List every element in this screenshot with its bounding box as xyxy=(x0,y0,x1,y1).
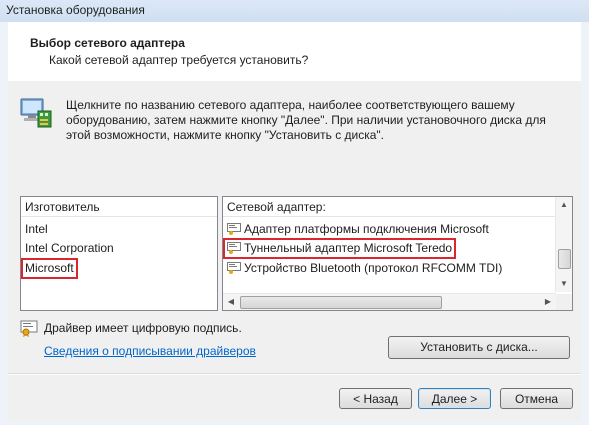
driver-icon xyxy=(227,261,241,274)
adapter-item[interactable]: Адаптер платформы подключения Microsoft xyxy=(227,221,489,238)
network-adapter-icon xyxy=(20,98,52,128)
back-button[interactable]: < Назад xyxy=(339,388,412,409)
scroll-thumb[interactable] xyxy=(240,296,442,309)
window-title: Установка оборудования xyxy=(6,3,145,17)
scroll-right-icon[interactable]: ▶ xyxy=(540,294,556,310)
scroll-left-icon[interactable]: ◀ xyxy=(223,294,239,310)
driver-signing-link[interactable]: Сведения о подписывании драйверов xyxy=(44,344,256,358)
scrollbar-corner xyxy=(556,294,572,310)
adapter-list-horizontal-scrollbar[interactable]: ◀ ▶ xyxy=(223,293,556,310)
scroll-up-icon[interactable]: ▲ xyxy=(556,197,572,213)
scroll-down-icon[interactable]: ▼ xyxy=(556,276,572,292)
scroll-thumb[interactable] xyxy=(558,249,571,269)
manufacturer-list[interactable]: Изготовитель Intel Intel Corporation Mic… xyxy=(20,196,218,311)
page-subtitle: Какой сетевой адаптер требуется установи… xyxy=(49,53,309,67)
adapter-list-vertical-scrollbar[interactable]: ▲ ▼ xyxy=(555,197,572,292)
page-title: Выбор сетевого адаптера xyxy=(30,36,185,50)
cancel-button[interactable]: Отмена xyxy=(500,388,573,409)
have-disk-button[interactable]: Установить с диска... xyxy=(388,336,570,359)
adapter-label: Устройство Bluetooth (протокол RFCOMM TD… xyxy=(244,261,503,275)
wizard-header: Выбор сетевого адаптера Какой сетевой ад… xyxy=(8,22,581,82)
manufacturer-column-header: Изготовитель xyxy=(21,197,217,217)
adapter-item-selected[interactable]: Туннельный адаптер Microsoft Teredo xyxy=(222,238,457,259)
instructions-text: Щелкните по названию сетевого адаптера, … xyxy=(66,98,546,142)
certificate-icon xyxy=(20,320,38,337)
divider xyxy=(8,373,581,375)
adapter-item[interactable]: Устройство Bluetooth (протокол RFCOMM TD… xyxy=(227,260,502,277)
adapter-label: Адаптер платформы подключения Microsoft xyxy=(244,222,489,236)
driver-signed-text: Драйвер имеет цифровую подпись. xyxy=(44,321,242,335)
adapter-column-header: Сетевой адаптер: xyxy=(223,197,556,217)
adapter-label: Туннельный адаптер Microsoft Teredo xyxy=(244,241,453,255)
wizard-body: Щелкните по названию сетевого адаптера, … xyxy=(8,81,581,421)
title-bar: Установка оборудования xyxy=(0,0,589,22)
driver-icon xyxy=(227,222,241,235)
next-button[interactable]: Далее > xyxy=(418,388,491,409)
manufacturer-item-microsoft[interactable]: Microsoft xyxy=(21,258,78,279)
adapter-list[interactable]: Сетевой адаптер: Адаптер платформы подкл… xyxy=(222,196,573,311)
manufacturer-item-intel-corporation[interactable]: Intel Corporation xyxy=(25,240,114,257)
driver-icon xyxy=(227,241,241,254)
manufacturer-item-intel[interactable]: Intel xyxy=(25,221,48,238)
